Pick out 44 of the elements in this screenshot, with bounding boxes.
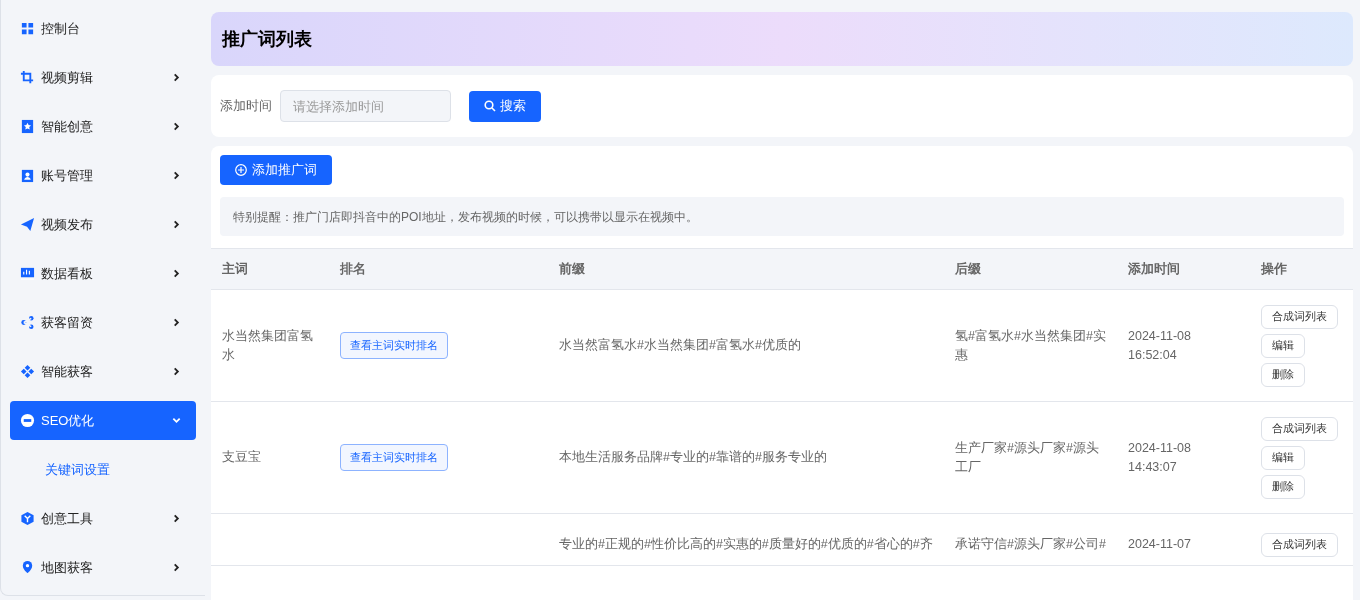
added-time-cell: 2024-11-07 bbox=[1128, 537, 1191, 551]
page-title: 推广词列表 bbox=[222, 28, 312, 51]
sidebar-item[interactable]: 获客留资 bbox=[10, 303, 196, 342]
action-button[interactable]: 合成词列表 bbox=[1261, 532, 1338, 557]
sidebar-item[interactable]: 创意工具 bbox=[10, 499, 196, 538]
suffix-cell: 承诺守信#源头厂家#公司# bbox=[955, 537, 1106, 551]
action-button[interactable]: 合成词列表 bbox=[1261, 304, 1338, 329]
main-word-cell: 水当然集团富氢水 bbox=[222, 328, 313, 362]
action-button[interactable]: 删除 bbox=[1261, 362, 1305, 387]
sidebar-item[interactable]: 地图获客 bbox=[10, 548, 196, 587]
search-button[interactable]: 搜索 bbox=[469, 90, 541, 122]
action-button[interactable]: 删除 bbox=[1261, 474, 1305, 499]
added-time-cell: 2024-11-08 16:52:04 bbox=[1128, 328, 1191, 362]
filter-label: 添加时间 bbox=[220, 97, 272, 116]
sidebar-item[interactable]: 智能创意 bbox=[10, 107, 196, 146]
sidebar-item[interactable]: 智能获客 bbox=[10, 352, 196, 391]
date-field[interactable]: 请选择添加时间 bbox=[280, 90, 451, 122]
action-button[interactable]: 合成词列表 bbox=[1261, 416, 1338, 441]
suffix-cell: 生产厂家#源头厂家#源头工厂 bbox=[955, 440, 1099, 474]
action-button[interactable]: 编辑 bbox=[1261, 445, 1305, 470]
prefix-cell: 专业的#正规的#性价比高的#实惠的#质量好的#优质的#省心的#齐 bbox=[559, 537, 933, 551]
add-keyword-button[interactable]: 添加推广词 bbox=[220, 155, 332, 185]
column-header: 操作 bbox=[1261, 261, 1287, 277]
view-rank-button[interactable]: 查看主词实时排名 bbox=[340, 332, 448, 359]
column-header: 主词 bbox=[222, 261, 248, 277]
column-header: 添加时间 bbox=[1128, 261, 1180, 277]
column-header: 后缀 bbox=[955, 261, 981, 277]
column-header: 排名 bbox=[340, 261, 366, 277]
sidebar-item[interactable]: 视频剪辑 bbox=[10, 58, 196, 97]
main-word-cell: 支豆宝 bbox=[222, 450, 261, 464]
added-time-cell: 2024-11-08 14:43:07 bbox=[1128, 440, 1191, 474]
prefix-cell: 水当然富氢水#水当然集团#富氢水#优质的 bbox=[559, 338, 801, 352]
sidebar-item[interactable]: 账号管理 bbox=[10, 156, 196, 195]
sidebar-item[interactable]: 控制台 bbox=[10, 9, 196, 48]
column-header: 前缀 bbox=[559, 261, 585, 277]
notice-text: 特别提醒：推广门店即抖音中的POI地址，发布视频的时候，可以携带以显示在视频中。 bbox=[233, 208, 698, 226]
action-button[interactable]: 编辑 bbox=[1261, 333, 1305, 358]
sidebar-subitem[interactable]: 关键词设置 bbox=[10, 450, 196, 489]
view-rank-button[interactable]: 查看主词实时排名 bbox=[340, 444, 448, 471]
suffix-cell: 氢#富氢水#水当然集团#实惠 bbox=[955, 328, 1106, 362]
sidebar-item[interactable]: 数据看板 bbox=[10, 254, 196, 293]
sidebar-item[interactable]: SEO优化 bbox=[10, 401, 196, 440]
sidebar-item[interactable]: 视频发布 bbox=[10, 205, 196, 244]
prefix-cell: 本地生活服务品牌#专业的#靠谱的#服务专业的 bbox=[559, 450, 827, 464]
